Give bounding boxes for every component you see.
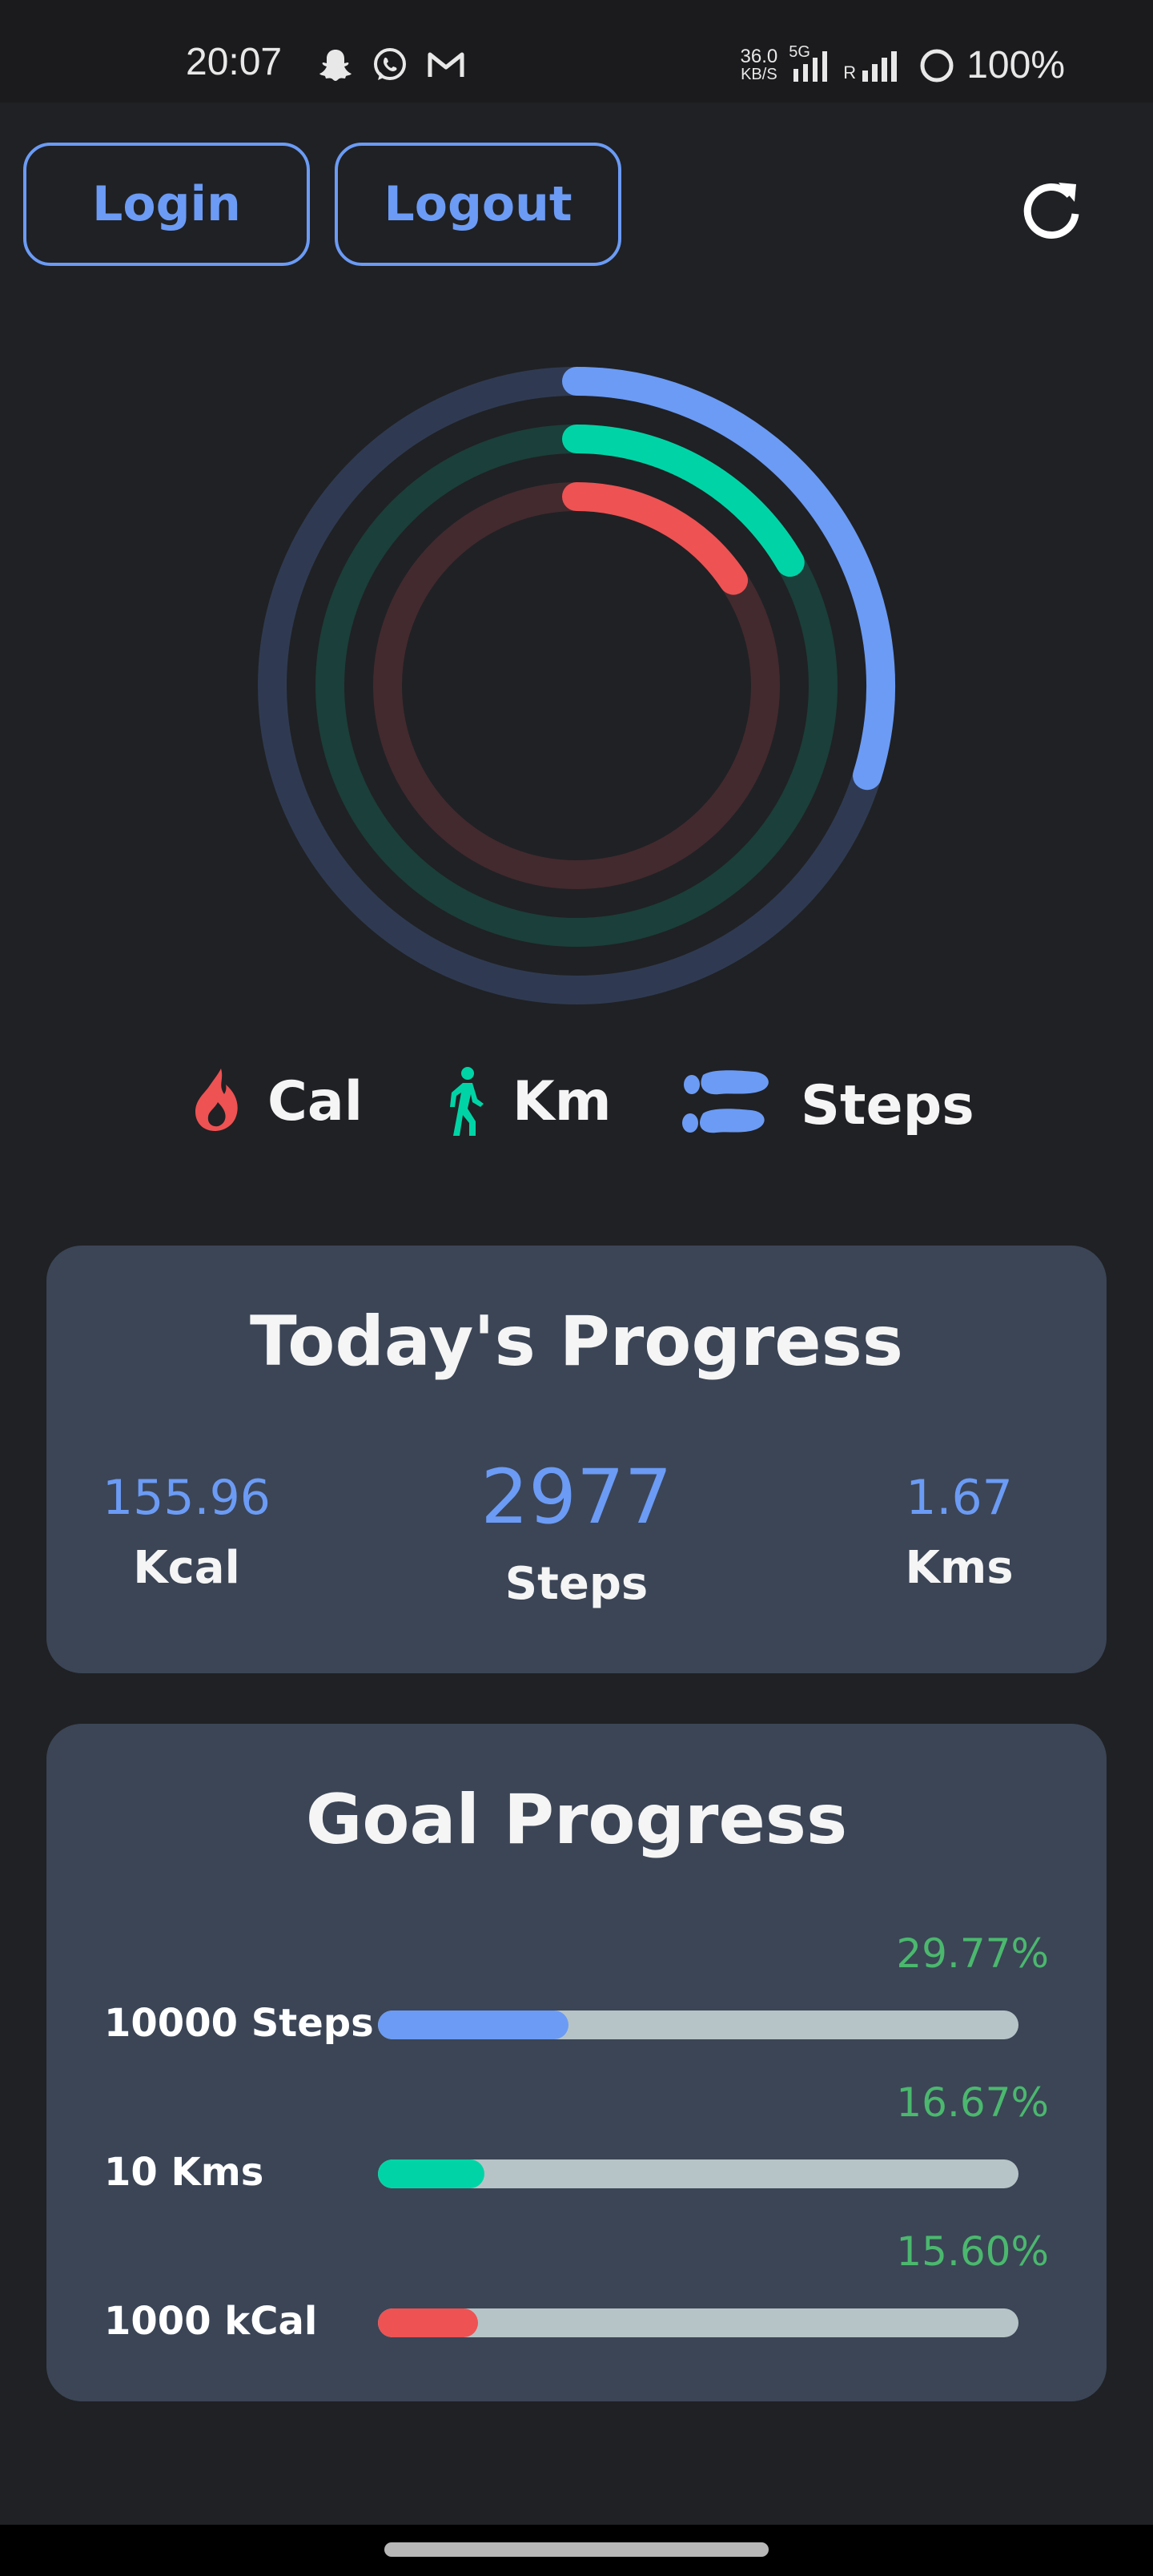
net-speed-value: 36.0 — [740, 45, 778, 67]
kcal-goal-fill — [378, 2308, 478, 2337]
battery-icon — [920, 49, 954, 82]
kms-label: Kms — [905, 1542, 1014, 1594]
home-gesture-handle[interactable] — [384, 2542, 769, 2557]
footsteps-icon — [682, 1070, 769, 1133]
net-speed-unit: KB/S — [741, 65, 777, 83]
activity-rings — [258, 367, 895, 1004]
kcal-value: 155.96 — [102, 1470, 271, 1526]
kms-goal-fill — [378, 2159, 485, 2188]
steps-goal-bar — [378, 2010, 1018, 2039]
kms-value: 1.67 — [906, 1470, 1013, 1526]
rings-legend: Cal Km Steps — [0, 1065, 1153, 1145]
todays-progress-card: Today's Progress 155.96 Kcal 2977 Steps … — [46, 1246, 1107, 1673]
legend-km: Km — [440, 1065, 612, 1137]
status-bar: 20:07 36.0 KB/S 5G R 100% — [0, 0, 1153, 103]
legend-cal: Cal — [192, 1065, 363, 1137]
navigation-bar — [0, 2525, 1153, 2576]
kcal-label: Kcal — [133, 1542, 240, 1594]
legend-steps-label: Steps — [801, 1073, 974, 1137]
snapchat-icon — [319, 50, 352, 81]
steps-label: Steps — [504, 1558, 649, 1610]
legend-km-label: Km — [512, 1069, 612, 1133]
signal-roaming-icon: R — [843, 48, 907, 83]
gmail-icon — [428, 52, 464, 77]
steps-goal-fill — [378, 2010, 569, 2039]
whatsapp-icon — [374, 48, 406, 80]
refresh-icon[interactable] — [1017, 175, 1086, 244]
kcal-goal-percent: 15.60% — [896, 2228, 1049, 2275]
todays-progress-title: Today's Progress — [250, 1302, 903, 1382]
walking-icon — [450, 1067, 484, 1136]
kcal-goal-label: 1000 kCal — [104, 2299, 318, 2344]
steps-value: 2977 — [480, 1454, 673, 1541]
steps-goal-percent: 29.77% — [896, 1930, 1049, 1977]
goal-progress-card: Goal Progress 29.77% 10000 Steps 16.67% … — [46, 1724, 1107, 2401]
login-button[interactable]: Login — [23, 143, 310, 266]
notification-icons — [317, 46, 466, 83]
kcal-goal-bar — [378, 2308, 1018, 2337]
logout-button[interactable]: Logout — [335, 143, 621, 266]
signal-5g-icon: 5G — [789, 43, 832, 83]
net-speed: 36.0 KB/S — [740, 45, 778, 83]
system-icons: 36.0 KB/S 5G R 100% — [741, 43, 1065, 87]
kms-goal-bar — [378, 2159, 1018, 2188]
steps-goal-label: 10000 Steps — [104, 2001, 374, 2046]
battery-percent: 100% — [966, 44, 1065, 87]
legend-steps: Steps — [681, 1065, 974, 1145]
kms-goal-label: 10 Kms — [104, 2150, 264, 2195]
status-time: 20:07 — [186, 41, 283, 83]
legend-cal-label: Cal — [267, 1069, 364, 1133]
cal-ring-progress — [562, 482, 749, 595]
goal-progress-title: Goal Progress — [305, 1780, 848, 1860]
flame-icon — [195, 1069, 238, 1131]
kms-goal-percent: 16.67% — [896, 2079, 1049, 2126]
